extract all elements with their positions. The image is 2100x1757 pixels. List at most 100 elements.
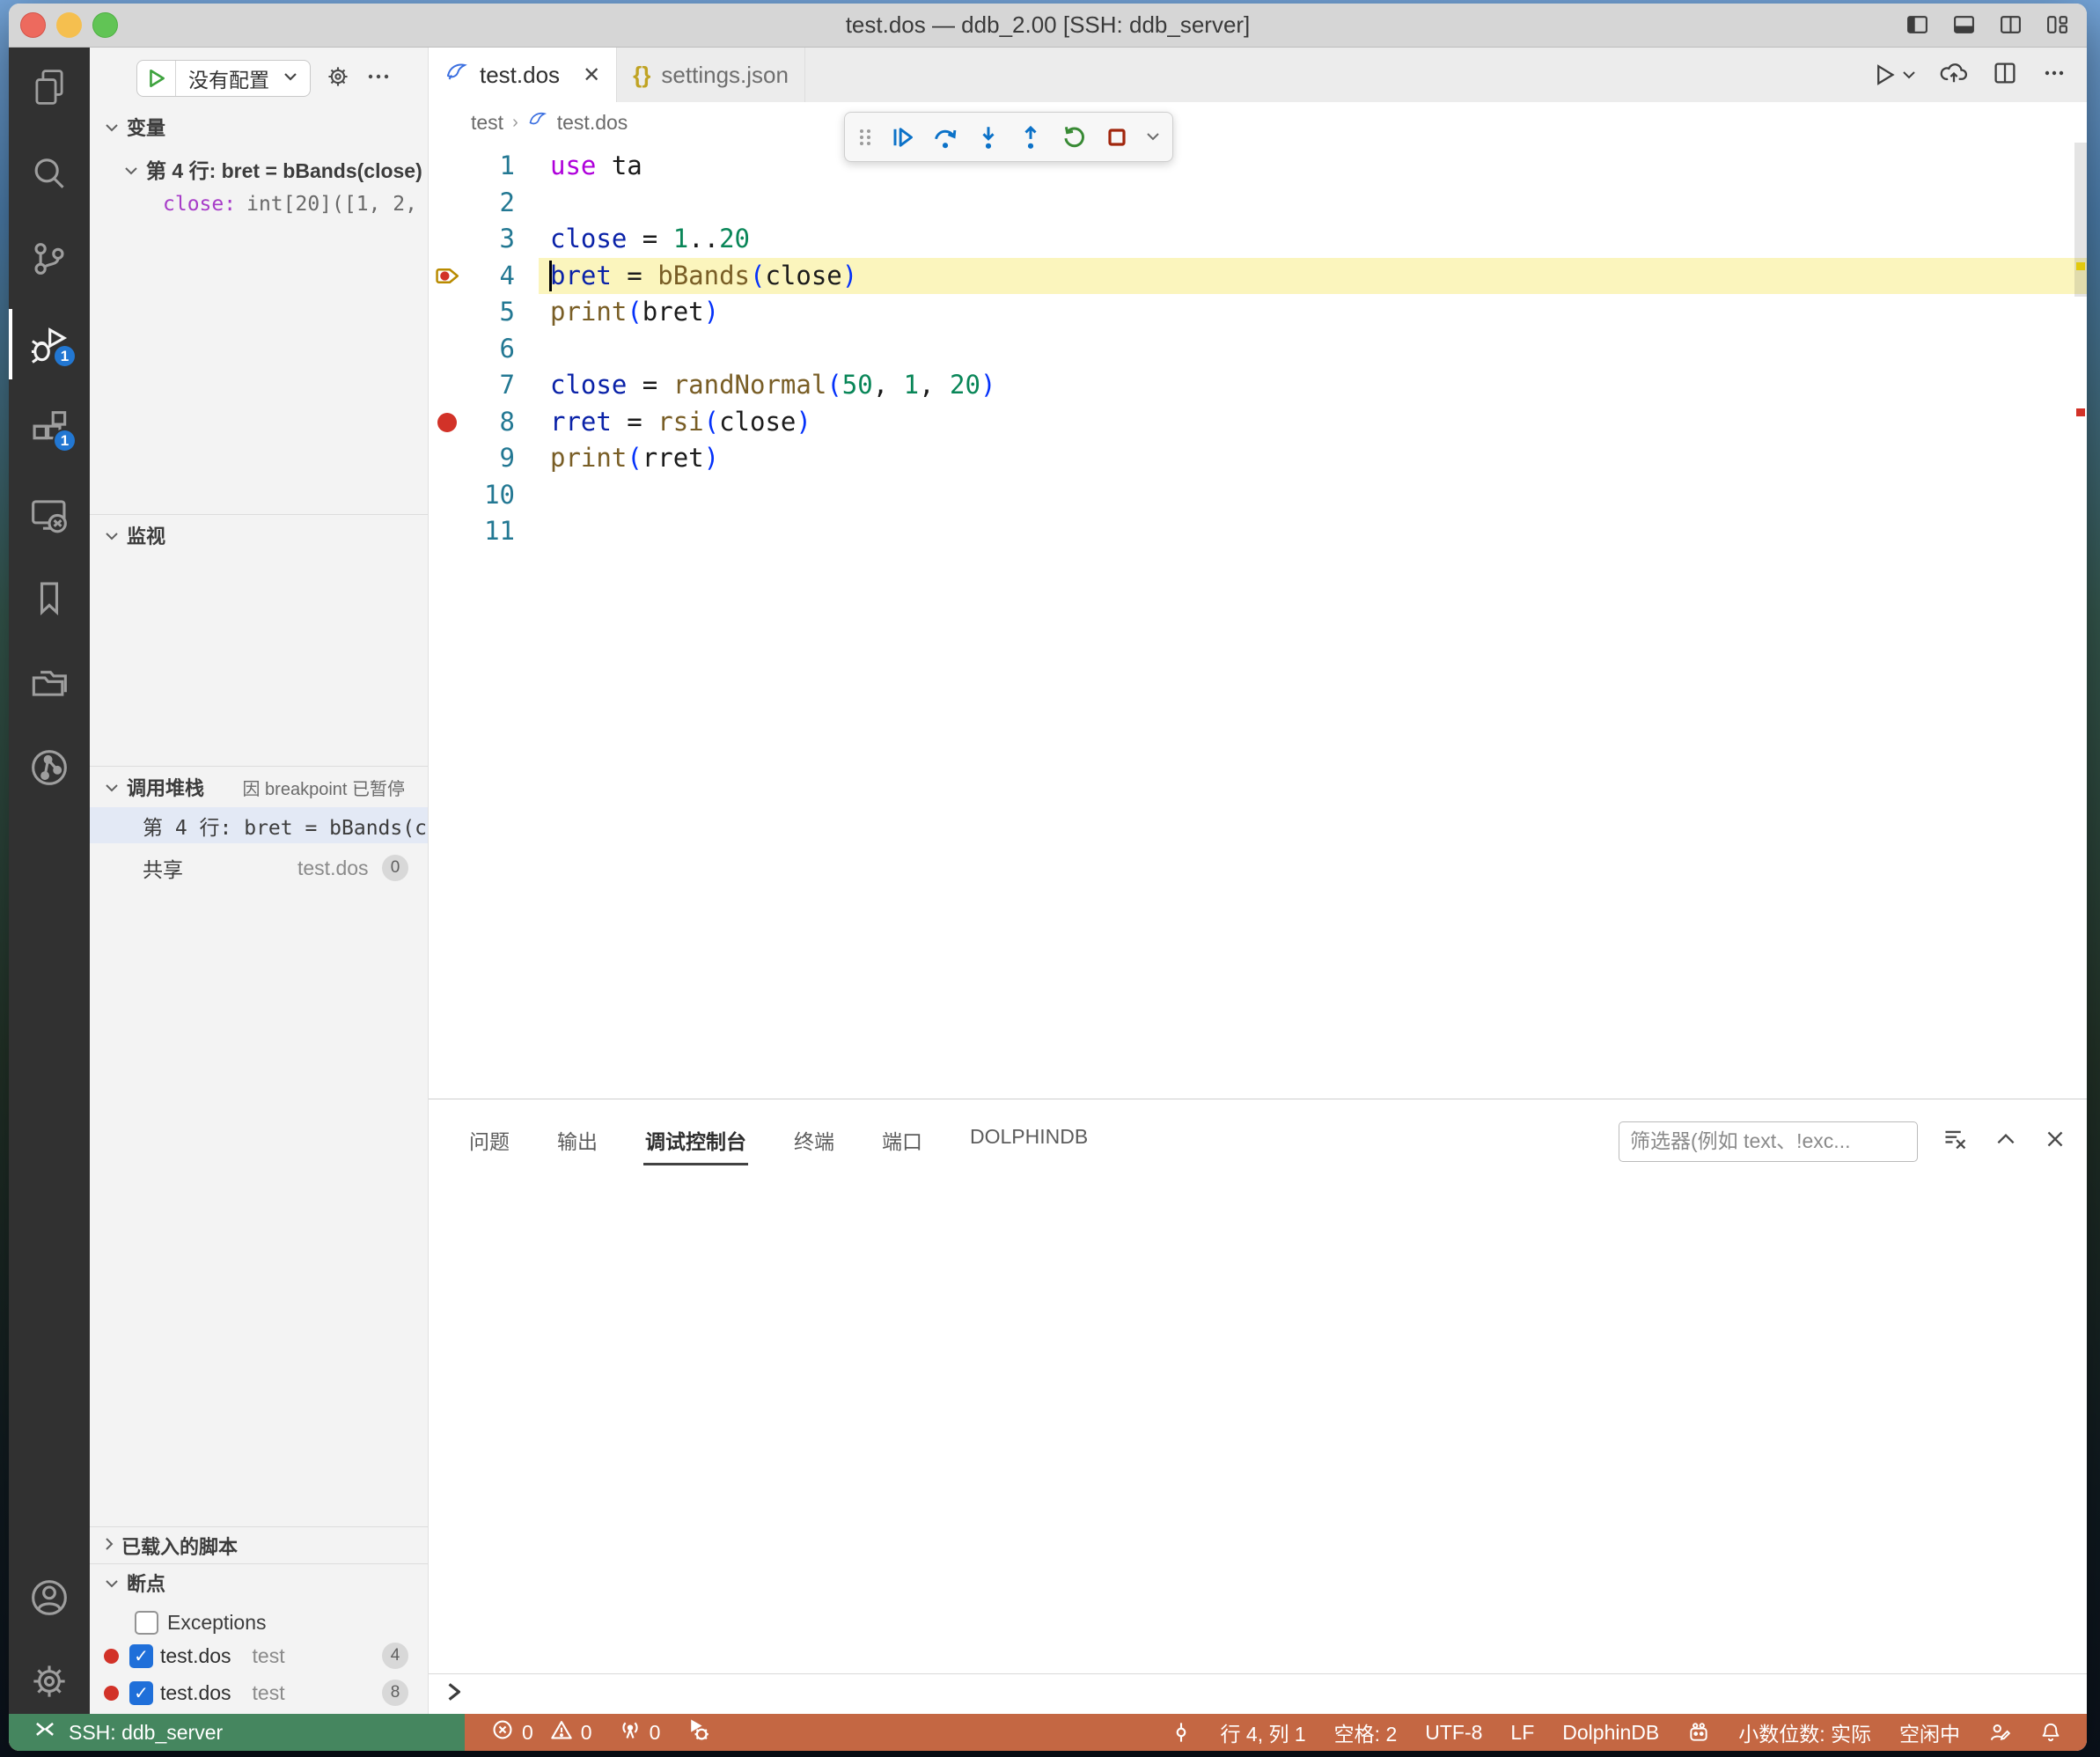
indentation-status[interactable]: 空格: 2: [1334, 1717, 1398, 1747]
extensions-icon[interactable]: 1: [28, 408, 70, 450]
split-editor-icon[interactable]: [1992, 60, 2018, 91]
dolphindb-explorer-icon[interactable]: [28, 746, 70, 789]
debug-console[interactable]: [429, 1183, 2087, 1714]
code-editor[interactable]: 1use ta23close = 1..204bret = bBands(clo…: [429, 143, 2087, 1099]
close-tab-icon[interactable]: ✕: [583, 62, 600, 88]
code-text[interactable]: use ta: [539, 148, 2087, 185]
breakpoint-checkbox[interactable]: ✓: [129, 1681, 153, 1705]
bookmarks-icon[interactable]: [28, 577, 70, 620]
toolbar-drag-grip[interactable]: [854, 120, 877, 155]
debug-console-input[interactable]: [429, 1673, 2087, 1714]
variables-scope-row[interactable]: 第 4 行: bret = bBands(close): [90, 151, 428, 187]
notifications-bell-icon[interactable]: [2039, 1721, 2062, 1744]
remote-user-icon[interactable]: [1988, 1721, 2011, 1744]
focus-marker-icon[interactable]: [1170, 1721, 1193, 1744]
call-stack-section-header[interactable]: 调用堆栈 因 breakpoint 已暂停: [90, 773, 428, 801]
ports-status[interactable]: 0: [619, 1718, 661, 1746]
code-text[interactable]: close = 1..20: [539, 221, 2087, 258]
debug-settings-gear-icon[interactable]: [325, 63, 351, 94]
editor-scrollbar[interactable]: [2074, 143, 2087, 297]
more-actions-icon[interactable]: [365, 63, 392, 94]
problems-status[interactable]: 0 0: [491, 1718, 592, 1746]
restart-icon[interactable]: [1056, 120, 1091, 155]
panel-tab[interactable]: 问题: [467, 1116, 511, 1167]
run-debug-icon[interactable]: 1: [28, 323, 70, 365]
code-text[interactable]: print(bret): [539, 294, 2087, 331]
search-icon[interactable]: [28, 153, 70, 195]
breakpoints-section-header[interactable]: 断点: [90, 1569, 428, 1597]
project-manager-icon[interactable]: [28, 661, 70, 703]
gutter[interactable]: 4: [429, 258, 539, 295]
remote-explorer-icon[interactable]: [28, 493, 70, 535]
accounts-icon[interactable]: [28, 1577, 70, 1619]
idle-status[interactable]: 空闲中: [1899, 1717, 1960, 1747]
code-text[interactable]: bret = bBands(close): [539, 258, 2087, 295]
gutter[interactable]: 6: [429, 331, 539, 368]
tab-settings-json[interactable]: {} settings.json: [617, 48, 805, 102]
code-text[interactable]: print(rret): [539, 440, 2087, 477]
breakpoint-checkbox[interactable]: ✓: [129, 1644, 153, 1668]
variable-row[interactable]: close: int[20]([1, 2, …: [90, 187, 428, 222]
breakpoint-dot[interactable]: [437, 413, 457, 432]
gutter[interactable]: 3: [429, 221, 539, 258]
decimals-status[interactable]: 小数位数: 实际: [1738, 1717, 1871, 1747]
watch-section-header[interactable]: 监视: [90, 521, 428, 549]
code-text[interactable]: [539, 331, 2087, 368]
breadcrumb[interactable]: test › test.dos: [429, 102, 2087, 143]
exceptions-checkbox[interactable]: [135, 1611, 158, 1635]
stack-thread-row[interactable]: 共享 test.dos 0: [90, 850, 428, 886]
stack-frame-row[interactable]: 第 4 行: bret = bBands(cl: [90, 807, 428, 843]
gutter[interactable]: 1: [429, 148, 539, 185]
panel-tab[interactable]: 端口: [880, 1116, 924, 1167]
code-text[interactable]: [539, 513, 2087, 550]
source-control-icon[interactable]: [28, 238, 70, 280]
panel-tab[interactable]: 调试控制台: [643, 1116, 748, 1167]
gutter[interactable]: 2: [429, 185, 539, 222]
settings-gear-icon[interactable]: [28, 1660, 70, 1702]
gutter[interactable]: 7: [429, 367, 539, 404]
close-panel-icon[interactable]: [2043, 1127, 2067, 1156]
code-text[interactable]: rret = rsi(close): [539, 404, 2087, 441]
code-text[interactable]: [539, 185, 2087, 222]
run-file-icon[interactable]: [1870, 62, 1916, 88]
toggle-sidebar-icon[interactable]: [1905, 13, 1929, 37]
upload-sync-icon[interactable]: [1939, 60, 1969, 91]
toggle-panel-icon[interactable]: [1952, 13, 1976, 37]
explorer-icon[interactable]: [28, 66, 70, 108]
eol-status[interactable]: LF: [1510, 1721, 1534, 1745]
language-mode-status[interactable]: DolphinDB: [1562, 1721, 1659, 1745]
chevron-down-icon[interactable]: [1142, 120, 1164, 155]
remote-indicator[interactable]: SSH: ddb_server: [9, 1714, 465, 1751]
gutter[interactable]: 8: [429, 404, 539, 441]
breakpoint-row[interactable]: ✓test.dostest4: [90, 1637, 428, 1674]
console-filter-input[interactable]: [1619, 1121, 1918, 1162]
step-out-icon[interactable]: [1013, 120, 1048, 155]
launch-config-dropdown[interactable]: 没有配置: [136, 60, 311, 97]
close-window-button[interactable]: [20, 12, 46, 38]
step-into-icon[interactable]: [971, 120, 1006, 155]
start-debug-icon[interactable]: [137, 61, 176, 96]
gutter[interactable]: 10: [429, 477, 539, 514]
stop-icon[interactable]: [1099, 120, 1134, 155]
exceptions-breakpoint-row[interactable]: Exceptions: [90, 1604, 428, 1641]
code-text[interactable]: [539, 477, 2087, 514]
encoding-status[interactable]: UTF-8: [1425, 1721, 1482, 1745]
loaded-scripts-section-header[interactable]: 已载入的脚本: [90, 1532, 428, 1560]
extension-face-icon[interactable]: [1687, 1721, 1710, 1744]
toggle-secondary-sidebar-icon[interactable]: [1999, 13, 2023, 37]
gutter[interactable]: 9: [429, 440, 539, 477]
gutter[interactable]: 5: [429, 294, 539, 331]
variables-section-header[interactable]: 变量: [90, 113, 428, 141]
continue-icon[interactable]: [885, 120, 920, 155]
step-over-icon[interactable]: [928, 120, 963, 155]
clear-console-icon[interactable]: [1942, 1126, 1969, 1157]
minimize-window-button[interactable]: [56, 12, 82, 38]
maximize-panel-icon[interactable]: [1994, 1127, 2018, 1156]
panel-tab[interactable]: 输出: [555, 1116, 599, 1167]
tab-test-dos[interactable]: test.dos ✕: [429, 48, 617, 102]
panel-tab[interactable]: DOLPHINDB: [968, 1116, 1090, 1167]
more-actions-icon[interactable]: [2041, 60, 2067, 91]
cursor-position-status[interactable]: 行 4, 列 1: [1221, 1717, 1306, 1747]
panel-tab[interactable]: 终端: [792, 1116, 836, 1167]
customize-layout-icon[interactable]: [2045, 13, 2069, 37]
